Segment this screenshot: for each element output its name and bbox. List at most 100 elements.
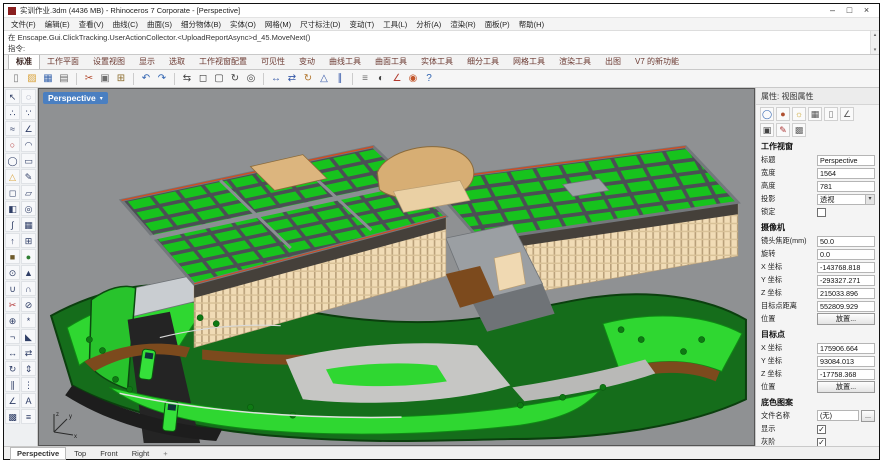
gumball-icon[interactable]: ◉: [406, 72, 420, 86]
ellipse-icon[interactable]: ◯: [5, 153, 20, 168]
menu-item-13[interactable]: 面板(P): [485, 19, 510, 30]
prop-checkbox[interactable]: ✓: [817, 438, 826, 447]
ribbon-tab-10[interactable]: 实体工具: [414, 54, 460, 69]
menu-item-6[interactable]: 实体(O): [230, 19, 256, 30]
menu-item-3[interactable]: 曲线(C): [113, 19, 138, 30]
prop-value-field[interactable]: 0.0: [817, 249, 875, 260]
text-icon[interactable]: A: [21, 393, 36, 408]
place-button[interactable]: 放置...: [817, 381, 875, 393]
rotate-icon[interactable]: ↻: [5, 361, 20, 376]
extrude-icon[interactable]: ↑: [5, 233, 20, 248]
menu-item-4[interactable]: 曲面(S): [147, 19, 172, 30]
zoom-window-icon[interactable]: ◻: [196, 72, 210, 86]
hatch-icon[interactable]: ▦: [808, 107, 822, 121]
curve-icon[interactable]: ≈: [5, 121, 20, 136]
layers-icon[interactable]: ≡: [358, 72, 372, 86]
sweep-icon[interactable]: ∫: [5, 217, 20, 232]
copy-object-icon[interactable]: ⇄: [285, 72, 299, 86]
mirror-icon[interactable]: ∥: [333, 72, 347, 86]
print-icon[interactable]: ▤: [57, 72, 71, 86]
ribbon-tab-11[interactable]: 细分工具: [460, 54, 506, 69]
menu-item-11[interactable]: 分析(A): [416, 19, 441, 30]
minimize-button[interactable]: –: [824, 4, 841, 17]
ribbon-tab-7[interactable]: 变动: [292, 54, 322, 69]
cage-edit-icon[interactable]: ⊞: [21, 233, 36, 248]
command-prompt-input[interactable]: 指令:: [4, 42, 879, 53]
scale-icon[interactable]: ⇕: [21, 361, 36, 376]
viewport-tab-perspective[interactable]: Perspective: [10, 447, 66, 460]
menu-item-14[interactable]: 帮助(H): [519, 19, 544, 30]
prop-select[interactable]: 透视▾: [817, 194, 875, 205]
render-settings-icon[interactable]: ✎: [776, 123, 790, 137]
viewport-tab-right[interactable]: Right: [126, 448, 156, 459]
ribbon-tab-14[interactable]: 出图: [598, 54, 628, 69]
menu-item-1[interactable]: 编辑(E): [45, 19, 70, 30]
prop-value-field[interactable]: Perspective: [817, 155, 875, 166]
hatch-icon[interactable]: ▩: [5, 409, 20, 424]
polyline-icon[interactable]: ∠: [21, 121, 36, 136]
arc-icon[interactable]: ◠: [21, 137, 36, 152]
copy-icon[interactable]: ⇄: [21, 345, 36, 360]
split-icon[interactable]: ⊘: [21, 297, 36, 312]
prop-value-field[interactable]: 50.0: [817, 236, 875, 247]
scroll-down-icon[interactable]: ▾: [874, 47, 877, 53]
circle-icon[interactable]: ○: [5, 137, 20, 152]
display-mode-icon[interactable]: ◐: [374, 72, 388, 86]
prop-checkbox[interactable]: ✓: [817, 425, 826, 434]
cone-icon[interactable]: ▲: [21, 265, 36, 280]
ribbon-tab-15[interactable]: V7 的新功能: [628, 54, 686, 69]
pan-view-icon[interactable]: ⇆: [180, 72, 194, 86]
surface-icon[interactable]: ◻: [5, 185, 20, 200]
properties-icon[interactable]: ≡: [21, 409, 36, 424]
close-button[interactable]: ×: [858, 4, 875, 17]
prop-value-field[interactable]: 175906.664: [817, 343, 875, 354]
cylinder-icon[interactable]: ⊙: [5, 265, 20, 280]
explode-icon[interactable]: *: [21, 313, 36, 328]
chamfer-icon[interactable]: ◣: [21, 329, 36, 344]
ribbon-tab-12[interactable]: 网格工具: [506, 54, 552, 69]
dimension-style-icon[interactable]: ∠: [840, 107, 854, 121]
ribbon-tab-3[interactable]: 显示: [132, 54, 162, 69]
select-icon[interactable]: ↖: [5, 89, 20, 104]
prop-checkbox[interactable]: [817, 208, 826, 217]
move-icon[interactable]: ↔: [269, 72, 283, 86]
zoom-icon[interactable]: ◎: [244, 72, 258, 86]
object-properties-icon[interactable]: ◯: [760, 107, 774, 121]
rotate-view-icon[interactable]: ↻: [228, 72, 242, 86]
menu-item-5[interactable]: 细分物体(B): [181, 19, 221, 30]
light-icon[interactable]: ☼: [792, 107, 806, 121]
ribbon-tab-6[interactable]: 可见性: [254, 54, 292, 69]
sketch-icon[interactable]: ✎: [21, 169, 36, 184]
lasso-select-icon[interactable]: ◌: [21, 89, 36, 104]
sphere-icon[interactable]: ●: [21, 249, 36, 264]
ribbon-tab-0[interactable]: 标准: [8, 53, 40, 69]
mirror-icon[interactable]: ∥: [5, 377, 20, 392]
menu-item-8[interactable]: 尺寸标注(D): [300, 19, 340, 30]
viewport-title[interactable]: Perspective ▾: [43, 92, 108, 104]
cut-icon[interactable]: ✂: [82, 72, 96, 86]
ribbon-tab-2[interactable]: 设置视图: [86, 54, 132, 69]
trim-icon[interactable]: ✂: [5, 297, 20, 312]
rectangle-icon[interactable]: ▭: [21, 153, 36, 168]
menu-item-10[interactable]: 工具(L): [383, 19, 407, 30]
loft-icon[interactable]: ◧: [5, 201, 20, 216]
array-icon[interactable]: ⋮: [21, 377, 36, 392]
undo-icon[interactable]: ↶: [139, 72, 153, 86]
file-name-field[interactable]: (无): [817, 410, 859, 421]
revolve-icon[interactable]: ◎: [21, 201, 36, 216]
box-icon[interactable]: ■: [5, 249, 20, 264]
maximize-button[interactable]: □: [841, 4, 858, 17]
page-icon[interactable]: ▯: [824, 107, 838, 121]
object-snap-icon[interactable]: ∠: [390, 72, 404, 86]
prop-value-field[interactable]: 93084.013: [817, 356, 875, 367]
viewport-tab-front[interactable]: Front: [94, 448, 124, 459]
open-file-icon[interactable]: ▨: [25, 72, 39, 86]
prop-value-field[interactable]: 1564: [817, 168, 875, 179]
prop-value-field[interactable]: 552809.929: [817, 301, 875, 312]
point-cloud-icon[interactable]: ∵: [21, 105, 36, 120]
scroll-up-icon[interactable]: ▴: [874, 32, 877, 38]
redo-icon[interactable]: ↷: [155, 72, 169, 86]
viewport[interactable]: Perspective ▾ x y z: [38, 88, 755, 446]
ribbon-tab-1[interactable]: 工作平面: [40, 54, 86, 69]
join-icon[interactable]: ⊕: [5, 313, 20, 328]
